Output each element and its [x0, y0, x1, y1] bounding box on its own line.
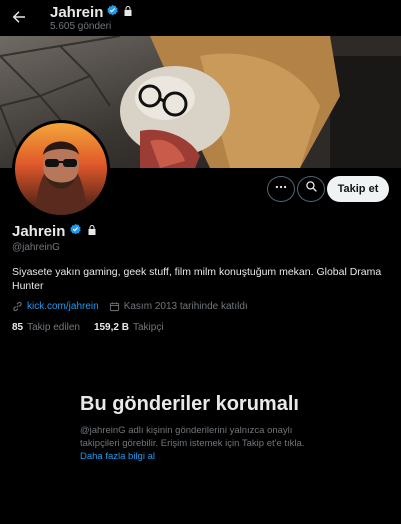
link-icon	[12, 301, 23, 312]
profile-bio: Siyasete yakın gaming, geek stuff, film …	[12, 266, 382, 292]
lock-icon	[86, 223, 98, 240]
top-bar: Jahrein 5.605 gönderi	[0, 0, 401, 36]
post-count: 5.605 gönderi	[50, 21, 112, 32]
profile-handle: @jahreinG	[12, 242, 60, 253]
protected-description: @jahreinG adlı kişinin gönderilerini yal…	[80, 424, 320, 463]
search-button[interactable]	[297, 176, 325, 202]
verified-badge-icon	[106, 4, 119, 21]
protected-title: Bu gönderiler korumalı	[80, 393, 299, 415]
profile-name: Jahrein	[12, 223, 98, 240]
followers-label: Takipçi	[132, 322, 164, 333]
learn-more-link[interactable]: Daha fazla bilgi al	[80, 451, 155, 462]
header-title: Jahrein	[50, 4, 134, 21]
lock-icon	[122, 4, 134, 21]
back-arrow-icon[interactable]	[10, 8, 28, 26]
join-date: Kasım 2013 tarihinde katıldı	[123, 301, 248, 312]
profile-stats: 85 Takip edilen 159,2 B Takipçi	[12, 322, 164, 333]
followers-stat[interactable]: 159,2 B Takipçi	[94, 322, 164, 333]
header-name: Jahrein	[50, 4, 104, 21]
profile-avatar[interactable]	[12, 120, 110, 218]
more-button[interactable]	[267, 176, 295, 202]
profile-website-link[interactable]: kick.com/jahrein	[27, 301, 99, 312]
following-count: 85	[12, 322, 24, 333]
profile-name-text: Jahrein	[12, 223, 66, 240]
calendar-icon	[109, 301, 120, 312]
verified-badge-icon[interactable]	[69, 223, 82, 240]
follow-button[interactable]: Takip et	[327, 176, 389, 202]
following-label: Takip edilen	[27, 322, 80, 333]
following-stat[interactable]: 85 Takip edilen	[12, 322, 80, 333]
profile-meta: kick.com/jahrein Kasım 2013 tarihinde ka…	[12, 301, 248, 312]
search-icon	[305, 180, 318, 198]
more-icon	[274, 180, 288, 199]
followers-count: 159,2 B	[93, 322, 129, 333]
protected-description-text: @jahreinG adlı kişinin gönderilerini yal…	[80, 425, 305, 449]
